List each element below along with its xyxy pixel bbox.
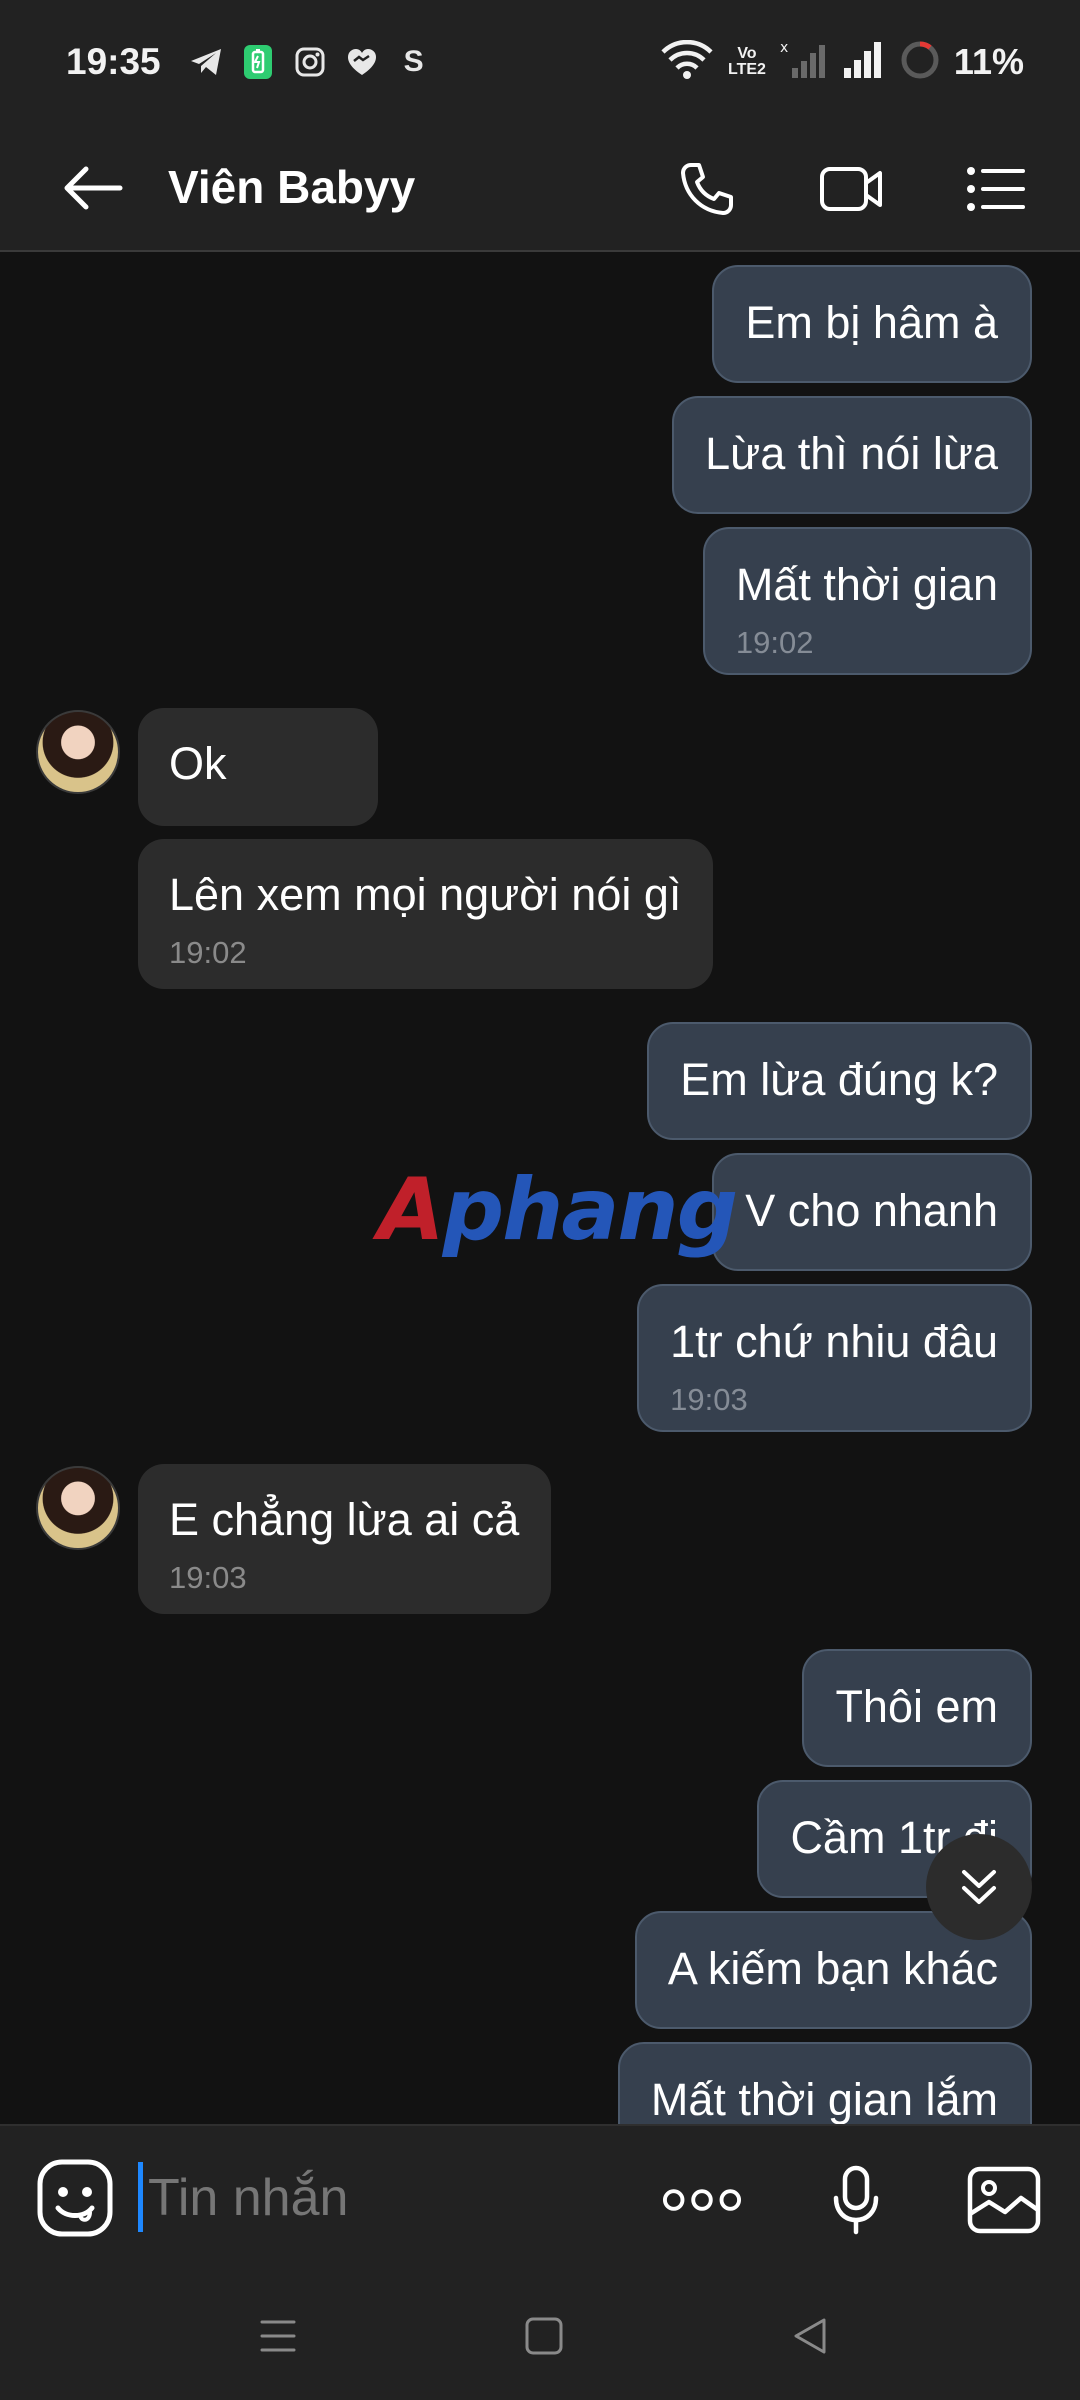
phone-icon bbox=[681, 163, 733, 215]
contact-name[interactable]: Viên Babyy bbox=[168, 154, 415, 220]
message-text: Mất thời gian lắm bbox=[650, 2074, 998, 2124]
battery-ring-icon bbox=[900, 40, 940, 85]
message-text: E chẳng lừa ai cả bbox=[169, 1494, 520, 1545]
instagram-icon bbox=[293, 45, 327, 79]
message-time: 19:03 bbox=[670, 1382, 748, 1417]
message-bubble[interactable]: Lên xem mọi người nói gì 19:02 bbox=[138, 839, 714, 989]
contact-avatar[interactable] bbox=[36, 710, 120, 794]
message-bubble[interactable]: 1tr chứ nhiu đâu 19:03 bbox=[637, 1284, 1032, 1432]
status-bar: 19:35 S Vo LTE2 x 11% bbox=[0, 0, 1080, 124]
recent-apps-icon bbox=[260, 2320, 296, 2352]
message-text: Em lừa đúng k? bbox=[680, 1054, 998, 1105]
scroll-to-bottom-button[interactable] bbox=[926, 1834, 1032, 1940]
recent-apps-button[interactable] bbox=[248, 2306, 308, 2366]
list-menu-icon bbox=[967, 167, 1025, 211]
back-arrow-icon bbox=[64, 166, 123, 210]
video-call-button[interactable] bbox=[816, 154, 886, 224]
message-bubble[interactable]: Mất thời gian lắm bbox=[617, 2042, 1032, 2124]
message-bubble[interactable]: Em bị hâm à bbox=[712, 265, 1032, 383]
message-list[interactable]: Em bị hâm à Lừa thì nói lừa Mất thời gia… bbox=[0, 252, 1080, 2124]
message-text: Mất thời gian bbox=[735, 559, 998, 610]
watermark-rest: phang bbox=[442, 1160, 739, 1260]
message-text: Ok bbox=[169, 738, 227, 789]
chat-menu-button[interactable] bbox=[960, 154, 1030, 224]
system-icons: Vo LTE2 x 11% bbox=[660, 39, 1024, 85]
message-bubble[interactable]: Lừa thì nói lừa bbox=[672, 396, 1032, 514]
s-app-icon: S bbox=[397, 45, 431, 79]
watermark: Aphang bbox=[378, 1160, 739, 1260]
message-text: V cho nhanh bbox=[745, 1185, 998, 1236]
telegram-icon bbox=[189, 45, 223, 79]
signal-sim1-icon: x bbox=[780, 40, 828, 85]
image-gallery-icon bbox=[967, 2166, 1041, 2234]
sticker-emoji-icon bbox=[37, 2159, 113, 2237]
volte-top: Vo bbox=[737, 45, 757, 62]
text-cursor bbox=[138, 2162, 143, 2232]
status-time: 19:35 bbox=[66, 41, 161, 82]
s-app-glyph: S bbox=[403, 45, 424, 78]
message-time: 19:03 bbox=[169, 1560, 247, 1595]
system-navigation-bar bbox=[0, 2274, 1080, 2400]
message-time: 19:02 bbox=[735, 625, 814, 660]
more-options-button[interactable] bbox=[662, 2162, 742, 2238]
message-text: Lừa thì nói lừa bbox=[705, 428, 998, 479]
chat-header: Viên Babyy bbox=[0, 124, 1080, 252]
microphone-icon bbox=[833, 2165, 879, 2235]
home-button[interactable] bbox=[514, 2306, 574, 2366]
video-camera-icon bbox=[820, 167, 882, 211]
message-bubble[interactable]: Thôi em bbox=[802, 1649, 1032, 1767]
home-square-icon bbox=[525, 2317, 563, 2355]
message-text: Lên xem mọi người nói gì bbox=[169, 869, 682, 920]
battery-percent: 11% bbox=[953, 41, 1024, 82]
contact-avatar[interactable] bbox=[36, 1466, 120, 1550]
gallery-button[interactable] bbox=[964, 2162, 1044, 2238]
watermark-first-letter: A bbox=[378, 1160, 445, 1260]
more-dots-icon bbox=[662, 2189, 742, 2211]
volte-icon: Vo LTE2 bbox=[728, 46, 766, 78]
notification-icons: S bbox=[189, 45, 431, 79]
emoji-button[interactable] bbox=[36, 2158, 114, 2238]
back-nav-button[interactable] bbox=[780, 2306, 840, 2366]
back-triangle-icon bbox=[794, 2318, 826, 2354]
battery-saver-icon bbox=[241, 45, 275, 79]
double-chevron-down-icon bbox=[962, 1870, 996, 1904]
message-bubble[interactable]: Mất thời gian 19:02 bbox=[702, 527, 1032, 675]
messenger-icon bbox=[345, 45, 379, 79]
back-button[interactable] bbox=[60, 158, 126, 218]
volte-bottom: LTE2 bbox=[727, 61, 766, 78]
message-text: Thôi em bbox=[835, 1681, 998, 1732]
message-time: 19:02 bbox=[169, 935, 247, 970]
message-text: Em bị hâm à bbox=[745, 297, 998, 348]
voice-call-button[interactable] bbox=[672, 154, 742, 224]
wifi-icon bbox=[660, 39, 714, 85]
message-input[interactable] bbox=[146, 2158, 620, 2238]
message-bubble[interactable]: E chẳng lừa ai cả 19:03 bbox=[138, 1464, 552, 1614]
signal-sim2-icon bbox=[842, 40, 886, 85]
message-composer bbox=[0, 2124, 1080, 2274]
message-bubble[interactable]: Em lừa đúng k? bbox=[647, 1022, 1032, 1140]
message-text: 1tr chứ nhiu đâu bbox=[670, 1316, 998, 1367]
svg-text:x: x bbox=[780, 40, 788, 56]
message-bubble[interactable]: Ok bbox=[138, 708, 378, 826]
message-text: A kiếm bạn khác bbox=[667, 1943, 998, 1994]
voice-message-button[interactable] bbox=[816, 2162, 896, 2238]
message-bubble[interactable]: V cho nhanh bbox=[712, 1153, 1032, 1271]
